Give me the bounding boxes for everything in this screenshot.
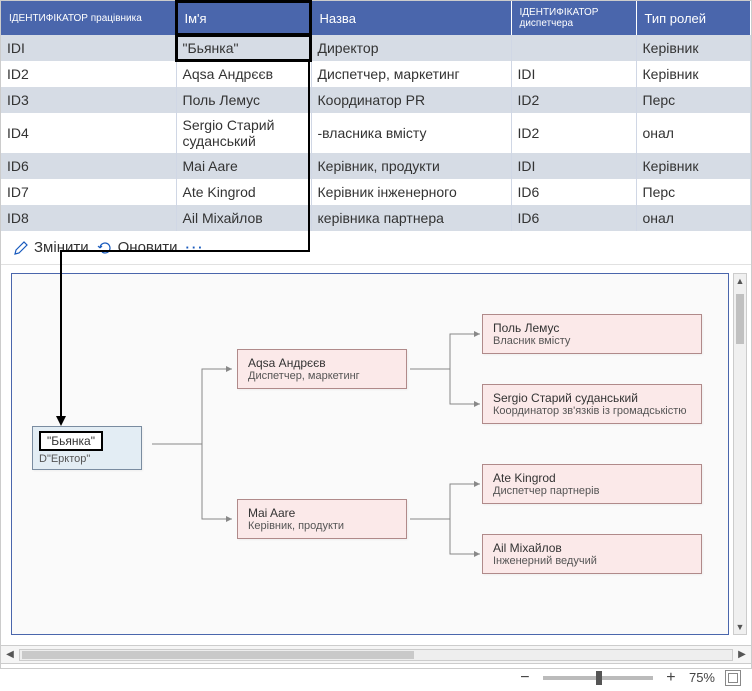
org-node[interactable]: Поль Лемус Власник вмісту [482, 314, 702, 354]
node-name: Ail Міхайлов [493, 541, 691, 555]
table-row[interactable]: ID2 Aqsa Андрєєв Диспетчер, маркетинг ID… [1, 61, 751, 87]
refresh-label: Оновити [118, 239, 178, 256]
cell-id[interactable]: ID7 [1, 179, 176, 205]
zoom-out-button[interactable]: − [517, 669, 533, 687]
table-row[interactable]: ID7 Ate Kingrod Керівник інженерного ID6… [1, 179, 751, 205]
table-row[interactable]: ID8 Ail Міхайлов керівника партнера ID6 … [1, 205, 751, 231]
col-header-employee-id[interactable]: ІДЕНТИФІКАТОР працівника [1, 1, 176, 35]
node-name: Aqsa Андрєєв [248, 356, 396, 370]
cell-name[interactable]: Aqsa Андрєєв [176, 61, 311, 87]
org-node[interactable]: Ate Kingrod Диспетчер партнерів [482, 464, 702, 504]
more-button[interactable]: ··· [186, 240, 205, 255]
node-role: Координатор зв'язків із громадськістю [493, 405, 691, 417]
cell-mgr[interactable]: ID2 [511, 113, 636, 153]
cell-title[interactable]: Диспетчер, маркетинг [311, 61, 511, 87]
cell-name[interactable]: Sergio Старий суданський [176, 113, 311, 153]
fit-to-window-icon[interactable] [725, 670, 741, 686]
cell-role[interactable]: Перс [636, 179, 751, 205]
cell-role[interactable]: онал [636, 113, 751, 153]
node-role: Інженерний ведучий [493, 555, 691, 567]
zoom-in-button[interactable]: + [663, 669, 679, 687]
cell-mgr[interactable]: ID2 [511, 87, 636, 113]
scroll-thumb[interactable] [736, 294, 744, 344]
cell-title[interactable]: Директор [311, 35, 511, 61]
cell-role[interactable]: Керівник [636, 35, 751, 61]
cell-title[interactable]: Керівник інженерного [311, 179, 511, 205]
refresh-icon [97, 240, 113, 256]
node-name: Ate Kingrod [493, 471, 691, 485]
horizontal-scrollbar[interactable]: ◀ ▶ [1, 645, 751, 663]
zoom-knob[interactable] [596, 671, 602, 685]
cell-id[interactable]: ID2 [1, 61, 176, 87]
scroll-down-arrow[interactable]: ▼ [734, 622, 746, 632]
cell-title[interactable]: керівника партнера [311, 205, 511, 231]
node-role: Диспетчер партнерів [493, 485, 691, 497]
org-node[interactable]: Mai Aare Керівник, продукти [237, 499, 407, 539]
org-node[interactable]: Aqsa Андрєєв Диспетчер, маркетинг [237, 349, 407, 389]
employee-table: ІДЕНТИФІКАТОР працівника Ім'я Назва ІДЕН… [1, 1, 751, 231]
org-node-root[interactable]: "Бьянка" D"Ерктор" [32, 426, 142, 470]
cell-name[interactable]: Ail Міхайлов [176, 205, 311, 231]
refresh-button[interactable]: Оновити [97, 239, 178, 256]
node-name: Sergio Старий суданський [493, 391, 691, 405]
node-role: D"Ерктор" [39, 453, 135, 465]
scroll-track[interactable] [19, 649, 733, 661]
node-role: Диспетчер, маркетинг [248, 370, 396, 382]
cell-role[interactable]: онал [636, 205, 751, 231]
cell-role[interactable]: Керівник [636, 61, 751, 87]
cell-title[interactable]: Керівник, продукти [311, 153, 511, 179]
table-row[interactable]: ID6 Mai Aare Керівник, продукти IDI Кері… [1, 153, 751, 179]
scroll-left-arrow[interactable]: ◀ [1, 649, 19, 660]
toolbar: Змінити Оновити ··· [1, 231, 751, 265]
cell-mgr[interactable]: IDI [511, 61, 636, 87]
cell-name[interactable]: Mai Aare [176, 153, 311, 179]
node-name: Mai Aare [248, 506, 396, 520]
cell-role[interactable]: Перс [636, 87, 751, 113]
col-header-role-type[interactable]: Тип ролей [636, 1, 751, 35]
diagram-viewport: "Бьянка" D"Ерктор" Aqsa Андрєєв Диспетче… [1, 265, 751, 645]
edit-button[interactable]: Змінити [13, 239, 89, 256]
node-name: "Бьянка" [39, 431, 103, 451]
cell-id[interactable]: ID4 [1, 113, 176, 153]
scroll-right-arrow[interactable]: ▶ [733, 649, 751, 660]
cell-mgr[interactable] [511, 35, 636, 61]
scroll-up-arrow[interactable]: ▲ [734, 276, 746, 286]
scroll-thumb[interactable] [22, 651, 414, 659]
status-bar: − + 75% [1, 663, 751, 691]
zoom-level: 75% [689, 670, 715, 685]
table-row[interactable]: ID3 Поль Лемус Координатор PR ID2 Перс [1, 87, 751, 113]
cell-name[interactable]: "Бьянка" [176, 35, 311, 61]
table-row[interactable]: IDI "Бьянка" Директор Керівник [1, 35, 751, 61]
cell-mgr[interactable]: ID6 [511, 179, 636, 205]
node-role: Керівник, продукти [248, 520, 396, 532]
cell-mgr[interactable]: IDI [511, 153, 636, 179]
vertical-scrollbar[interactable]: ▲ ▼ [733, 273, 747, 635]
cell-id[interactable]: IDI [1, 35, 176, 61]
cell-mgr[interactable]: ID6 [511, 205, 636, 231]
diagram-canvas[interactable]: "Бьянка" D"Ерктор" Aqsa Андрєєв Диспетче… [11, 273, 729, 635]
cell-title[interactable]: -власника вмісту [311, 113, 511, 153]
cell-id[interactable]: ID3 [1, 87, 176, 113]
zoom-slider[interactable] [543, 676, 653, 680]
col-header-manager-id[interactable]: ІДЕНТИФІКАТОР диспетчера [511, 1, 636, 35]
node-role: Власник вмісту [493, 335, 691, 347]
col-header-name[interactable]: Ім'я [176, 1, 311, 35]
cell-role[interactable]: Керівник [636, 153, 751, 179]
edit-label: Змінити [34, 239, 89, 256]
cell-name[interactable]: Поль Лемус [176, 87, 311, 113]
node-name: Поль Лемус [493, 321, 691, 335]
org-node[interactable]: Ail Міхайлов Інженерний ведучий [482, 534, 702, 574]
table-row[interactable]: ID4 Sergio Старий суданський -власника в… [1, 113, 751, 153]
cell-id[interactable]: ID6 [1, 153, 176, 179]
pencil-icon [13, 240, 29, 256]
cell-id[interactable]: ID8 [1, 205, 176, 231]
cell-title[interactable]: Координатор PR [311, 87, 511, 113]
org-node[interactable]: Sergio Старий суданський Координатор зв'… [482, 384, 702, 424]
cell-name[interactable]: Ate Kingrod [176, 179, 311, 205]
col-header-title[interactable]: Назва [311, 1, 511, 35]
